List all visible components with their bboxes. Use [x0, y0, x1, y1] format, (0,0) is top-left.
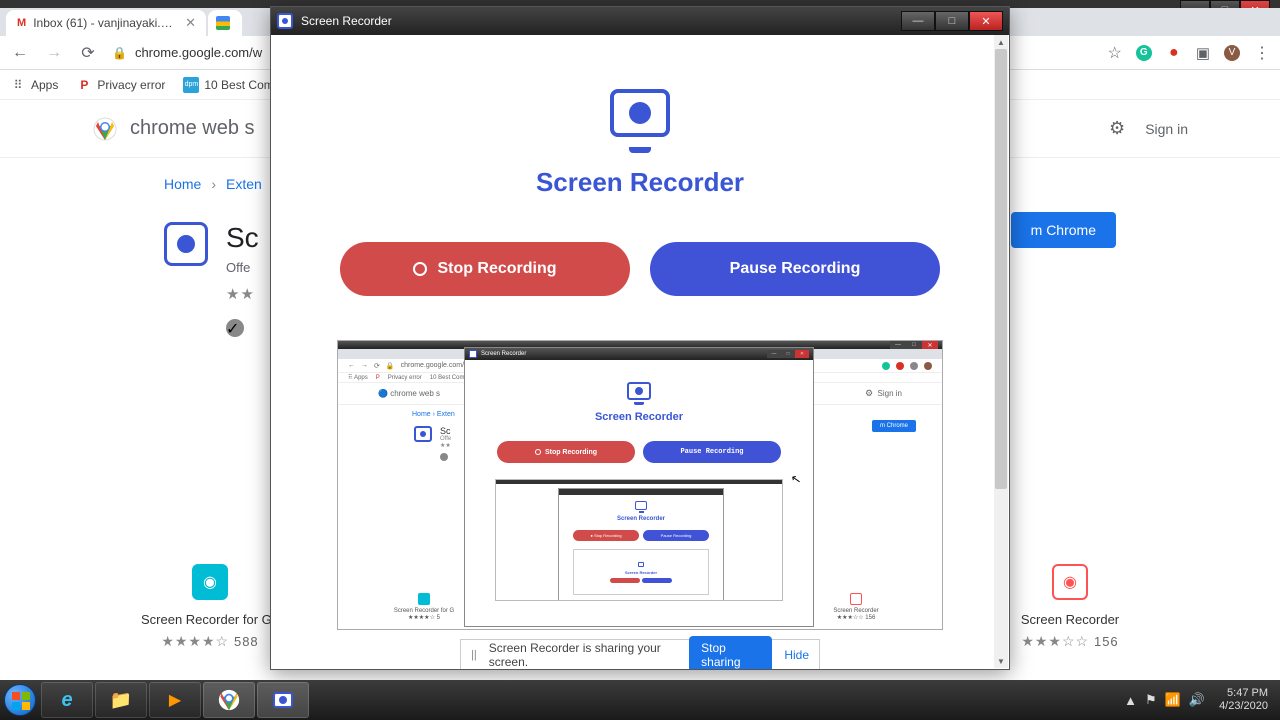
recorder-body: Screen Recorder Stop Recording Pause Rec…: [271, 35, 1009, 669]
breadcrumb-extensions[interactable]: Exten: [226, 176, 262, 192]
tray-time: 5:47 PM: [1219, 687, 1268, 700]
ie-icon: e: [61, 689, 72, 712]
related-icon: ◉: [192, 564, 228, 600]
recorder-close-button[interactable]: ✕: [969, 11, 1003, 31]
screen-preview: —□✕ ←→⟳ 🔒chrome.google.com/w ⠿ AppsPPriv…: [337, 340, 943, 630]
cursor-icon: ↖: [790, 471, 802, 487]
windows-logo-icon: [4, 684, 36, 716]
related-icon: ◉: [1052, 564, 1088, 600]
bookmark-10best[interactable]: dpm 10 Best Comm: [183, 77, 283, 93]
taskbar-chrome[interactable]: [203, 682, 255, 718]
recorder-scrollbar[interactable]: ▲ ▼: [994, 35, 1008, 668]
system-tray: ▲ ⚑ 📶 🔊 5:47 PM 4/23/2020: [1124, 687, 1280, 713]
recorder-minimize-button[interactable]: —: [901, 11, 935, 31]
stop-label: Stop Recording: [437, 260, 556, 278]
taskbar-recorder[interactable]: [257, 682, 309, 718]
bookmark-privacy[interactable]: P Privacy error: [76, 77, 165, 93]
extension-offered-by: Offe: [226, 260, 259, 275]
cws-title: chrome web s: [130, 117, 255, 140]
tab-close-icon[interactable]: ✕: [185, 15, 196, 31]
record-icon[interactable]: ●: [1166, 45, 1182, 61]
star-icon[interactable]: ☆: [1107, 43, 1121, 63]
recorder-logo-icon: [610, 89, 670, 137]
taskbar-ie[interactable]: e: [41, 682, 93, 718]
scroll-down-icon[interactable]: ▼: [994, 654, 1008, 668]
reload-button[interactable]: ⟳: [78, 43, 98, 63]
pause-icon: ||: [471, 649, 477, 661]
media-icon: ▶: [169, 690, 181, 710]
tray-date: 4/23/2020: [1219, 700, 1268, 713]
cws-signin-area: ⚙ Sign in: [1109, 118, 1188, 139]
browser-tab-gmail[interactable]: M Inbox (61) - vanjinayaki.s@csaca ✕: [6, 10, 206, 36]
stop-sharing-button[interactable]: Stop sharing: [689, 636, 772, 670]
extension-badge-icon: ✓: [226, 319, 244, 337]
recorder-titlebar[interactable]: Screen Recorder — □ ✕: [271, 7, 1009, 35]
recorder-heading: Screen Recorder: [289, 167, 991, 198]
record-circle-icon: [413, 262, 427, 276]
tray-expand-icon[interactable]: ▲: [1124, 693, 1137, 708]
gear-icon[interactable]: ⚙: [1109, 118, 1125, 139]
cws-logo-icon: [92, 116, 118, 142]
bookmark-label: Apps: [31, 78, 58, 92]
browser-tab-webstore[interactable]: [208, 10, 242, 36]
folder-icon: 📁: [110, 690, 132, 711]
url-text: chrome.google.com/w: [135, 45, 262, 60]
stop-recording-button[interactable]: Stop Recording: [340, 242, 630, 296]
extension-icon: [164, 222, 208, 266]
add-to-chrome-button[interactable]: m Chrome: [1011, 212, 1116, 248]
breadcrumb-home[interactable]: Home: [164, 176, 201, 192]
tray-flag-icon[interactable]: ⚑: [1145, 692, 1157, 708]
signin-link[interactable]: Sign in: [1145, 121, 1188, 137]
tray-volume-icon[interactable]: 🔊: [1189, 692, 1205, 708]
tray-clock[interactable]: 5:47 PM 4/23/2020: [1213, 687, 1274, 713]
forward-button[interactable]: →: [44, 44, 64, 62]
back-button[interactable]: ←: [10, 44, 30, 62]
grammarly-icon[interactable]: G: [1136, 45, 1152, 61]
menu-icon[interactable]: ⋮: [1254, 43, 1270, 63]
gmail-favicon: M: [16, 16, 27, 30]
sharing-message: Screen Recorder is sharing your screen.: [489, 641, 677, 669]
privacy-icon: P: [76, 77, 92, 93]
recorder-window-title: Screen Recorder: [301, 14, 392, 28]
cast-icon[interactable]: ▣: [1196, 44, 1210, 62]
recorder-taskbar-icon: [273, 692, 293, 708]
avatar-icon[interactable]: V: [1224, 45, 1240, 61]
bookmark-apps[interactable]: ⠿ Apps: [10, 77, 58, 93]
sharing-notification-bar: || Screen Recorder is sharing your scree…: [460, 639, 820, 669]
scroll-thumb[interactable]: [995, 49, 1007, 489]
cws-logo[interactable]: chrome web s: [92, 116, 255, 142]
pause-recording-button[interactable]: Pause Recording: [650, 242, 940, 296]
recorder-card: Screen Recorder Stop Recording Pause Rec…: [289, 89, 991, 669]
apps-icon: ⠿: [10, 77, 26, 93]
start-button[interactable]: [0, 680, 40, 720]
taskbar-media[interactable]: ▶: [149, 682, 201, 718]
extension-title: Sc: [226, 222, 259, 254]
recorder-window-controls: — □ ✕: [901, 11, 1003, 31]
tab-title: Inbox (61) - vanjinayaki.s@csaca: [33, 16, 175, 30]
bookmark-label: Privacy error: [97, 78, 165, 92]
taskbar-explorer[interactable]: 📁: [95, 682, 147, 718]
windows-taskbar: e 📁 ▶ ▲ ⚑ 📶 🔊 5:47 PM 4/23/2020: [0, 680, 1280, 720]
extension-icons: ☆ G ● ▣ V ⋮: [1107, 43, 1270, 63]
chrome-icon: [218, 689, 240, 711]
hide-sharing-button[interactable]: Hide: [784, 648, 809, 662]
scroll-up-icon[interactable]: ▲: [994, 35, 1008, 49]
tray-network-icon[interactable]: 📶: [1165, 692, 1181, 708]
webstore-favicon: [216, 16, 230, 30]
pause-label: Pause Recording: [730, 260, 861, 278]
recorder-app-icon: [277, 13, 293, 29]
extension-rating: ★★: [226, 285, 259, 303]
recorder-buttons: Stop Recording Pause Recording: [289, 242, 991, 296]
recorder-maximize-button[interactable]: □: [935, 11, 969, 31]
dpm-icon: dpm: [183, 77, 199, 93]
screen-recorder-window: Screen Recorder — □ ✕ Screen Recorder St…: [270, 6, 1010, 670]
lock-icon: 🔒: [112, 46, 127, 60]
recorder-logo-stand: [629, 147, 651, 153]
breadcrumb-sep-icon: ›: [211, 176, 216, 192]
